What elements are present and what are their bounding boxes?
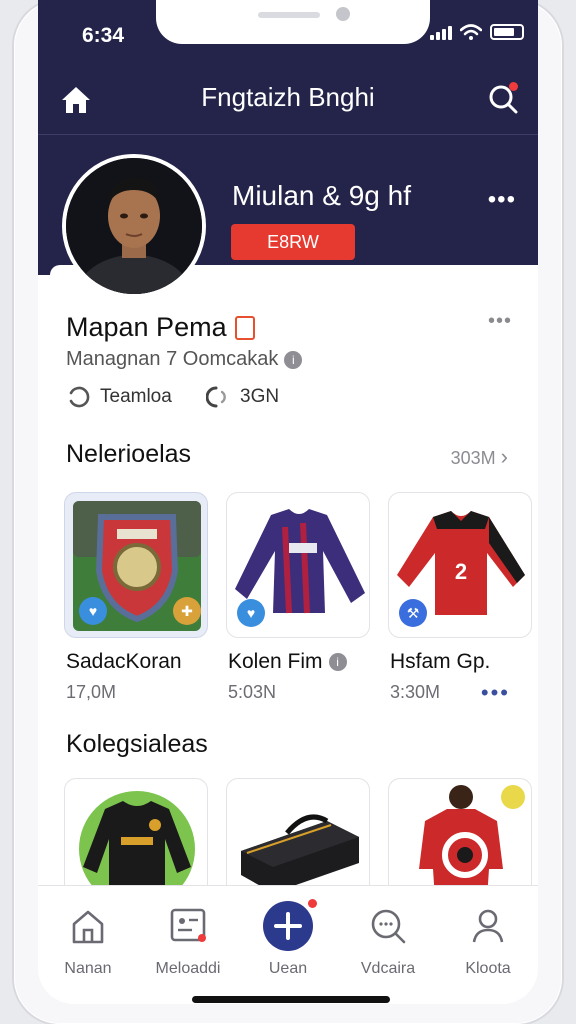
item-name: SadacKoran — [66, 650, 182, 673]
profile-name-text: Mapan Pema — [66, 312, 227, 342]
profile-card-icon — [170, 908, 206, 942]
loading-icon — [206, 386, 226, 408]
item-size: 5:03N — [228, 682, 277, 702]
tab-account[interactable]: Kloota — [438, 886, 538, 1004]
chat-search-icon — [371, 909, 406, 944]
tab-label: Kloota — [465, 960, 511, 977]
hero-badge-button[interactable]: E8RW — [231, 224, 355, 260]
section-title: Nelerioelas — [66, 440, 192, 468]
collection-tile-player[interactable] — [388, 778, 532, 898]
tab-label: Meloaddi — [155, 960, 221, 977]
stat-label: Teamloa — [100, 386, 172, 407]
tab-home[interactable]: Nanan — [38, 886, 138, 1004]
avatar-photo — [66, 158, 202, 294]
app-title: Fngtaizh Bnghi — [201, 82, 375, 112]
status-icons — [430, 24, 524, 40]
search-button[interactable] — [484, 78, 524, 118]
stat-size[interactable]: 3GN — [206, 384, 279, 410]
hand-icon: ✚ — [173, 597, 201, 625]
info-icon[interactable]: i — [328, 653, 347, 671]
refresh-icon — [69, 386, 90, 408]
phone-frame: 6:34 Fngtaizh Bnghi Miulan & 9g hf E8RW … — [14, 0, 562, 1024]
add-icon — [263, 899, 317, 951]
hero-more-button[interactable]: ••• — [488, 186, 516, 214]
app-screen: 6:34 Fngtaizh Bnghi Miulan & 9g hf E8RW … — [38, 0, 538, 1004]
avatar[interactable] — [62, 154, 206, 298]
jersey-image — [79, 791, 195, 898]
tab-label: Uean — [268, 960, 308, 977]
tab-bar: Nanan Meloaddi Uean Vdcaira Kloota — [38, 885, 538, 1004]
notification-dot — [509, 82, 518, 91]
bag-image — [241, 814, 359, 893]
collection-tile-bag[interactable] — [226, 778, 370, 898]
front-camera — [336, 7, 350, 21]
item-tile-jersey-blue[interactable]: ♥ — [226, 492, 370, 638]
heart-icon: ♥ — [237, 599, 265, 627]
section-title: Kolegsialeas — [66, 730, 208, 758]
item-size: 3:30M — [390, 682, 441, 702]
signal-icon — [430, 24, 452, 40]
items-more-button[interactable]: ••• — [481, 680, 510, 706]
tab-profile[interactable]: Meloaddi — [138, 886, 238, 1004]
tab-add[interactable]: Uean — [238, 886, 338, 1004]
item-tile-shield[interactable]: ♥ ✚ — [64, 492, 208, 638]
search-icon — [489, 85, 518, 114]
jersey-number: 2 — [455, 559, 467, 584]
heart-icon: ♥ — [79, 597, 107, 625]
see-all-text: 303M — [450, 448, 496, 468]
person-icon — [472, 909, 504, 943]
speaker — [258, 12, 320, 18]
home-outline-icon — [72, 910, 104, 944]
tab-label: Nanan — [64, 960, 112, 977]
item-tile-jersey-red[interactable]: 2 ⚒ — [388, 492, 532, 638]
profile-subtitle-text: Managnan 7 Oomcakak — [66, 348, 279, 370]
status-icon — [501, 785, 525, 809]
item-name: Hsfam Gp. — [390, 650, 491, 673]
bookmark-icon — [234, 315, 255, 340]
wifi-icon — [460, 24, 482, 40]
stat-label: 3GN — [240, 386, 280, 407]
profile-more-button[interactable]: ••• — [488, 310, 512, 333]
item-size: 17,0M — [66, 682, 117, 702]
hero-name: Miulan & 9g hf — [232, 180, 411, 211]
device-notch — [156, 0, 430, 44]
info-icon[interactable]: i — [284, 350, 303, 369]
header-divider — [38, 134, 538, 135]
collection-tile-jersey-black[interactable] — [64, 778, 208, 898]
chevron-right-icon: › — [500, 444, 508, 469]
see-all-link[interactable]: 303M › — [451, 444, 508, 470]
item-name: Kolen Fim — [228, 650, 323, 673]
stat-teams[interactable]: Teamloa — [66, 384, 172, 410]
item-name-row: Kolen Fim i — [228, 650, 347, 674]
tools-icon: ⚒ — [399, 599, 427, 627]
tab-chat[interactable]: Vdcaira — [338, 886, 438, 1004]
battery-icon — [490, 24, 524, 40]
home-indicator[interactable] — [192, 996, 390, 1003]
notification-dot — [308, 899, 317, 908]
profile-name: Mapan Pema — [66, 312, 255, 343]
status-time: 6:34 — [82, 24, 125, 47]
profile-subtitle: Managnan 7 Oomcakak i — [66, 348, 303, 371]
tab-label: Vdcaira — [360, 960, 416, 977]
